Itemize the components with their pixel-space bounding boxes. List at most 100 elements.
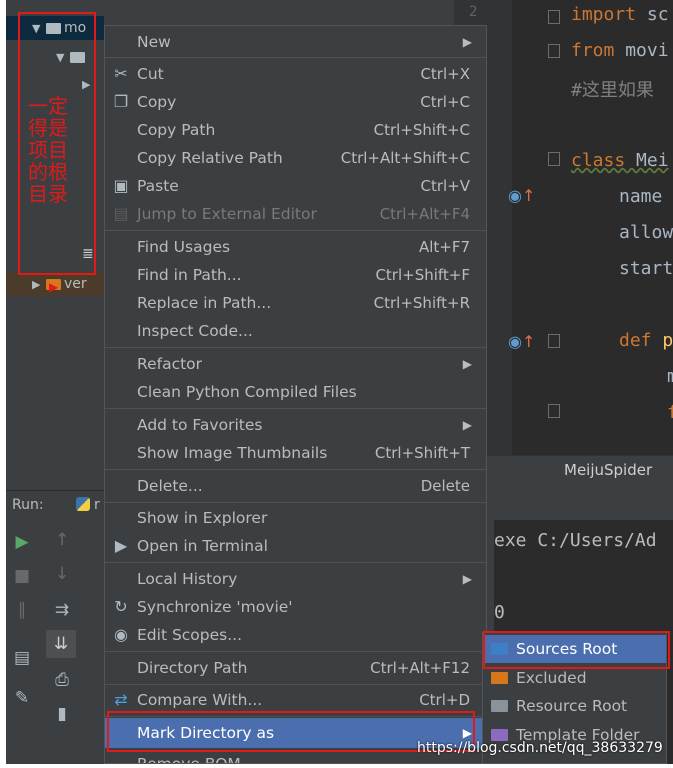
menu-separator (105, 716, 486, 717)
code-text: sc (636, 4, 669, 25)
code-keyword: def (619, 330, 652, 351)
menu-item-label: Cut (137, 65, 164, 83)
menu-item-delete[interactable]: Delete... Delete (105, 472, 486, 500)
menu-separator (105, 230, 486, 231)
menu-item-paste[interactable]: ▣ Paste Ctrl+V (105, 172, 486, 200)
menu-item-show-thumbnails[interactable]: Show Image Thumbnails Ctrl+Shift+T (105, 439, 486, 467)
scroll-to-end-icon: ⇊ (53, 634, 69, 654)
external-editor-icon: ▤ (113, 204, 129, 223)
console-line: exe C:/Users/Ad (494, 530, 657, 551)
code-line: f (667, 402, 673, 423)
context-menu: New ▶ ✂ Cut Ctrl+X ❐ Copy Ctrl+C Copy Path Ctr… (104, 25, 487, 764)
menu-item-copy[interactable]: ❐ Copy Ctrl+C (105, 88, 486, 116)
sources-folder-icon (491, 643, 508, 655)
layout-icon[interactable]: ▤ (12, 648, 32, 668)
copy-icon: ❐ (113, 92, 129, 111)
pin-icon[interactable]: ✎ (12, 688, 32, 708)
run-icon[interactable]: ▶ (12, 532, 32, 552)
code-line: name (619, 186, 673, 207)
menu-item-find-in-path[interactable]: Find in Path... Ctrl+Shift+F (105, 261, 486, 289)
submenu-arrow-icon: ▶ (462, 357, 472, 371)
trash-icon[interactable]: ▮ (52, 704, 72, 724)
fold-icon[interactable] (548, 10, 560, 24)
menu-separator (105, 347, 486, 348)
tree-item-label: ver (64, 276, 87, 292)
arrow-up-icon[interactable]: ↑ (52, 530, 72, 550)
scroll-to-end-button[interactable]: ⇊ (46, 630, 76, 658)
menu-item-label: Delete... (137, 477, 203, 495)
code-line: from movi (571, 40, 669, 61)
menu-item-label: Copy Path (137, 121, 216, 139)
submenu-item-excluded[interactable]: Excluded (483, 664, 666, 692)
menu-item-shortcut: Ctrl+Shift+C (373, 121, 470, 139)
submenu-item-sources-root[interactable]: Sources Root (483, 635, 666, 663)
chevron-right-icon[interactable]: ▶ (32, 273, 46, 297)
menu-item-label: New (137, 33, 171, 51)
run-label: Run: (12, 497, 44, 513)
menu-item-directory-path[interactable]: Directory Path Ctrl+Alt+F12 (105, 654, 486, 682)
menu-item-copy-relative-path[interactable]: Copy Relative Path Ctrl+Alt+Shift+C (105, 144, 486, 172)
fold-icon[interactable] (548, 44, 560, 58)
menu-item-cut[interactable]: ✂ Cut Ctrl+X (105, 60, 486, 88)
menu-separator (105, 502, 486, 503)
fold-icon[interactable] (548, 404, 560, 418)
menu-item-label: Compare With... (137, 691, 263, 709)
code-keyword: from (571, 40, 615, 61)
project-tree: ▼ mo ▼ ▶ ▶ ver ≣ 一定得是项目的根目录 ▶ (6, 0, 104, 485)
menu-item-label: Copy (137, 93, 177, 111)
override-icon[interactable]: ◉↑ (508, 332, 535, 351)
menu-item-shortcut: Ctrl+Alt+F4 (379, 205, 470, 223)
menu-item-open-terminal[interactable]: ▶ Open in Terminal (105, 532, 486, 560)
code-text: movi (614, 40, 669, 61)
menu-item-compare-with[interactable]: ⇄ Compare With... Ctrl+D (105, 686, 486, 714)
menu-item-shortcut: Ctrl+Shift+F (375, 266, 470, 284)
menu-item-label: Local History (137, 570, 238, 588)
stop-icon[interactable]: ■ (12, 566, 32, 586)
tab-meijuspider[interactable]: MeijuSpider (564, 461, 652, 479)
menu-item-label: Replace in Path... (137, 294, 272, 312)
menu-item-jump-external-editor[interactable]: ▤ Jump to External Editor Ctrl+Alt+F4 (105, 200, 486, 228)
menu-item-label: Copy Relative Path (137, 149, 283, 167)
submenu-item-resource-root[interactable]: Resource Root (483, 692, 666, 720)
code-line: allow (619, 222, 673, 243)
pause-icon[interactable]: ∥ (12, 600, 32, 620)
menu-item-label: Open in Terminal (137, 537, 268, 555)
run-tab-label[interactable]: r (94, 497, 100, 513)
run-header: Run: r (6, 490, 106, 521)
scissors-icon: ✂ (114, 64, 128, 83)
submenu-arrow-icon: ▶ (462, 35, 472, 49)
menu-item-shortcut: Ctrl+Alt+F12 (370, 659, 470, 677)
menu-item-inspect-code[interactable]: Inspect Code... (105, 317, 486, 345)
menu-item-show-explorer[interactable]: Show in Explorer (105, 504, 486, 532)
code-line: start (619, 258, 673, 279)
code-text: p (651, 330, 673, 351)
print-icon[interactable]: ⎙ (52, 670, 72, 690)
submenu-arrow-icon: ▶ (462, 418, 472, 432)
code-keyword: import (571, 4, 637, 25)
menu-item-add-favorites[interactable]: Add to Favorites ▶ (105, 411, 486, 439)
submenu-item-label: Sources Root (516, 640, 618, 658)
menu-item-copy-path[interactable]: Copy Path Ctrl+Shift+C (105, 116, 486, 144)
arrow-down-icon[interactable]: ↓ (52, 564, 72, 584)
menu-item-label: Directory Path (137, 659, 248, 677)
override-icon[interactable]: ◉↑ (508, 186, 535, 205)
python-icon (76, 497, 90, 511)
console-line: 0 (494, 602, 505, 623)
code-keyword: class (571, 150, 626, 171)
menu-item-new[interactable]: New ▶ (105, 28, 486, 56)
line-number: 2 (469, 4, 478, 20)
menu-item-refactor[interactable]: Refactor ▶ (105, 350, 486, 378)
menu-item-find-usages[interactable]: Find Usages Alt+F7 (105, 233, 486, 261)
fold-icon[interactable] (548, 334, 560, 348)
code-line: def p (619, 330, 673, 351)
menu-item-local-history[interactable]: Local History ▶ (105, 565, 486, 593)
menu-item-synchronize[interactable]: ↻ Synchronize 'movie' (105, 593, 486, 621)
menu-item-edit-scopes[interactable]: ◉ Edit Scopes... (105, 621, 486, 649)
submenu-item-label: Excluded (516, 669, 587, 687)
menu-item-replace-in-path[interactable]: Replace in Path... Ctrl+Shift+R (105, 289, 486, 317)
fold-icon[interactable] (548, 152, 560, 166)
terminal-icon: ▶ (114, 536, 128, 555)
watermark: https://blog.csdn.net/qq_38633279 (417, 740, 663, 756)
soft-wrap-icon[interactable]: ⇉ (52, 600, 72, 620)
menu-item-clean-python[interactable]: Clean Python Compiled Files (105, 378, 486, 406)
